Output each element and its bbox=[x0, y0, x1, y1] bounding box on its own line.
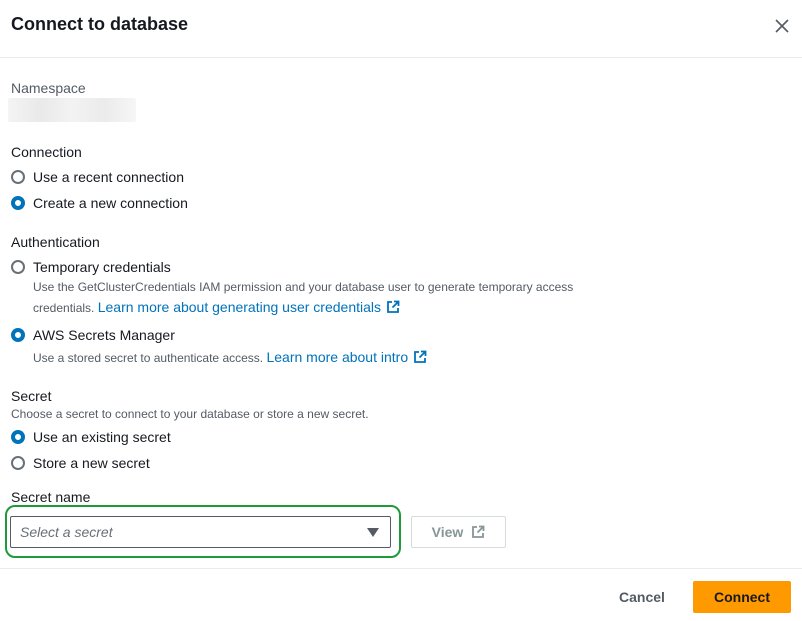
view-button-label: View bbox=[431, 524, 464, 540]
secrets-manager-description: Use a stored secret to authenticate acce… bbox=[33, 347, 427, 368]
radio-store-new-secret[interactable]: Store a new secret bbox=[11, 454, 150, 472]
radio-aws-secrets-manager[interactable]: AWS Secrets Manager Use a stored secret … bbox=[11, 326, 427, 368]
link-text[interactable]: Learn more about intro bbox=[266, 349, 408, 365]
radio-button[interactable] bbox=[11, 456, 25, 470]
secret-description: Choose a secret to connect to your datab… bbox=[11, 407, 369, 421]
radio-use-existing-secret[interactable]: Use an existing secret bbox=[11, 428, 171, 446]
description-text: Use a stored secret to authenticate acce… bbox=[33, 351, 264, 365]
radio-temporary-credentials[interactable]: Temporary credentials Use the GetCluster… bbox=[11, 258, 593, 318]
link-text[interactable]: Learn more about generating user credent… bbox=[98, 299, 381, 315]
secret-name-select[interactable]: Select a secret bbox=[10, 516, 391, 548]
connect-database-modal: Connect to database Namespace Connection… bbox=[0, 0, 802, 621]
connect-button[interactable]: Connect bbox=[693, 581, 791, 613]
radio-label: Use a recent connection bbox=[33, 169, 184, 185]
namespace-label: Namespace bbox=[11, 80, 86, 96]
caret-down-icon bbox=[367, 528, 379, 537]
select-placeholder: Select a secret bbox=[20, 524, 113, 540]
radio-button-checked[interactable] bbox=[11, 328, 25, 342]
radio-label: AWS Secrets Manager bbox=[33, 327, 175, 343]
close-icon bbox=[775, 19, 789, 33]
radio-button[interactable] bbox=[11, 170, 25, 184]
secret-label: Secret bbox=[11, 388, 52, 404]
namespace-value-redacted bbox=[8, 98, 136, 122]
modal-title: Connect to database bbox=[11, 14, 189, 34]
secret-name-label: Secret name bbox=[11, 489, 91, 505]
temporary-credentials-description: Use the GetClusterCredentials IAM permis… bbox=[33, 277, 593, 318]
close-button[interactable] bbox=[770, 14, 794, 38]
radio-label: Use an existing secret bbox=[33, 429, 171, 445]
radio-button-checked[interactable] bbox=[11, 430, 25, 444]
modal-footer bbox=[0, 568, 802, 621]
connection-label: Connection bbox=[11, 144, 82, 160]
radio-button[interactable] bbox=[11, 260, 25, 274]
view-secret-button[interactable]: View bbox=[411, 516, 506, 548]
external-link-icon bbox=[414, 350, 427, 363]
cancel-button[interactable]: Cancel bbox=[610, 581, 674, 613]
radio-label: Temporary credentials bbox=[33, 259, 171, 275]
authentication-label: Authentication bbox=[11, 234, 100, 250]
modal-header: Connect to database bbox=[0, 0, 802, 58]
radio-button-checked[interactable] bbox=[11, 196, 25, 210]
radio-create-new-connection[interactable]: Create a new connection bbox=[11, 194, 188, 212]
radio-use-recent-connection[interactable]: Use a recent connection bbox=[11, 168, 184, 186]
radio-label: Create a new connection bbox=[33, 195, 188, 211]
external-link-icon bbox=[387, 300, 400, 313]
radio-label: Store a new secret bbox=[33, 455, 150, 471]
learn-more-intro-link[interactable]: Learn more about intro bbox=[266, 349, 427, 365]
external-link-icon bbox=[472, 525, 485, 538]
learn-more-credentials-link[interactable]: Learn more about generating user credent… bbox=[98, 299, 400, 315]
